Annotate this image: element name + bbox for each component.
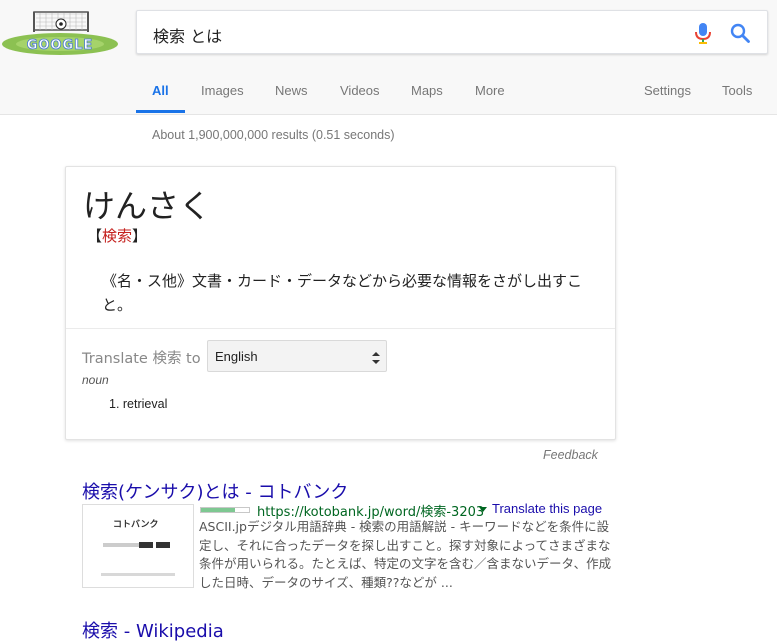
translation-sense: 1. retrieval bbox=[109, 397, 168, 411]
part-of-speech: noun bbox=[82, 373, 109, 387]
active-tab-underline bbox=[136, 110, 185, 113]
tab-tools[interactable]: Tools bbox=[722, 83, 752, 98]
search-icon[interactable] bbox=[729, 22, 751, 44]
thumbnail-title: コトバンク bbox=[113, 520, 159, 530]
header-bar: GOOGLE 検索 とは All Images News Videos Maps… bbox=[0, 0, 777, 115]
tab-settings[interactable]: Settings bbox=[644, 83, 691, 98]
thumbnail-button bbox=[139, 542, 153, 548]
tab-images[interactable]: Images bbox=[201, 83, 244, 98]
result-stats: About 1,900,000,000 results (0.51 second… bbox=[152, 128, 395, 142]
logo-text: GOOGLE bbox=[27, 38, 94, 53]
language-select[interactable]: English bbox=[207, 340, 387, 372]
tab-maps[interactable]: Maps bbox=[411, 83, 443, 98]
search-tabs: All Images News Videos Maps More Setting… bbox=[136, 72, 777, 114]
result-thumbnail[interactable]: コトバンク bbox=[82, 504, 194, 588]
thumbnail-button bbox=[156, 542, 170, 548]
card-divider bbox=[66, 328, 615, 329]
tab-more[interactable]: More bbox=[475, 83, 505, 98]
tab-news[interactable]: News bbox=[275, 83, 308, 98]
google-doodle-logo[interactable]: GOOGLE bbox=[0, 10, 122, 56]
tab-all[interactable]: All bbox=[152, 83, 169, 98]
tab-videos[interactable]: Videos bbox=[340, 83, 380, 98]
select-arrows-icon bbox=[372, 350, 380, 364]
microphone-icon[interactable] bbox=[693, 21, 713, 45]
headword: けんさく bbox=[83, 187, 212, 225]
kanji-notation: 検索 bbox=[102, 227, 133, 245]
definition-text: 《名・ス他》文書・カード・データなどから必要な情報をさがし出すこと。 bbox=[102, 272, 583, 314]
translate-page-link[interactable]: Translate this page bbox=[492, 501, 602, 516]
language-select-value: English bbox=[215, 349, 258, 364]
kanji-bracket-close: 】 bbox=[132, 227, 148, 245]
result-title-link[interactable]: 検索 - Wikipedia bbox=[82, 617, 224, 643]
search-input[interactable]: 検索 とは bbox=[153, 23, 222, 47]
feedback-link[interactable]: Feedback bbox=[543, 448, 598, 462]
translate-label: Translate 検索 to bbox=[82, 351, 201, 367]
kanji-line: 【検索】 bbox=[87, 225, 147, 246]
kanji-bracket-open: 【 bbox=[87, 227, 103, 245]
result-snippet: ASCII.jpデジタル用語辞典 - 検索の用語解説 - キーワードなどを条件に… bbox=[199, 519, 612, 590]
dropdown-arrow-icon[interactable] bbox=[479, 507, 487, 512]
site-rank-bar bbox=[200, 507, 250, 513]
thumbnail-footer bbox=[101, 573, 175, 576]
dictionary-card: けんさく 【検索】 《名・ス他》文書・カード・データなどから必要な情報をさがし出… bbox=[65, 166, 616, 440]
search-box[interactable]: 検索 とは bbox=[136, 10, 768, 54]
